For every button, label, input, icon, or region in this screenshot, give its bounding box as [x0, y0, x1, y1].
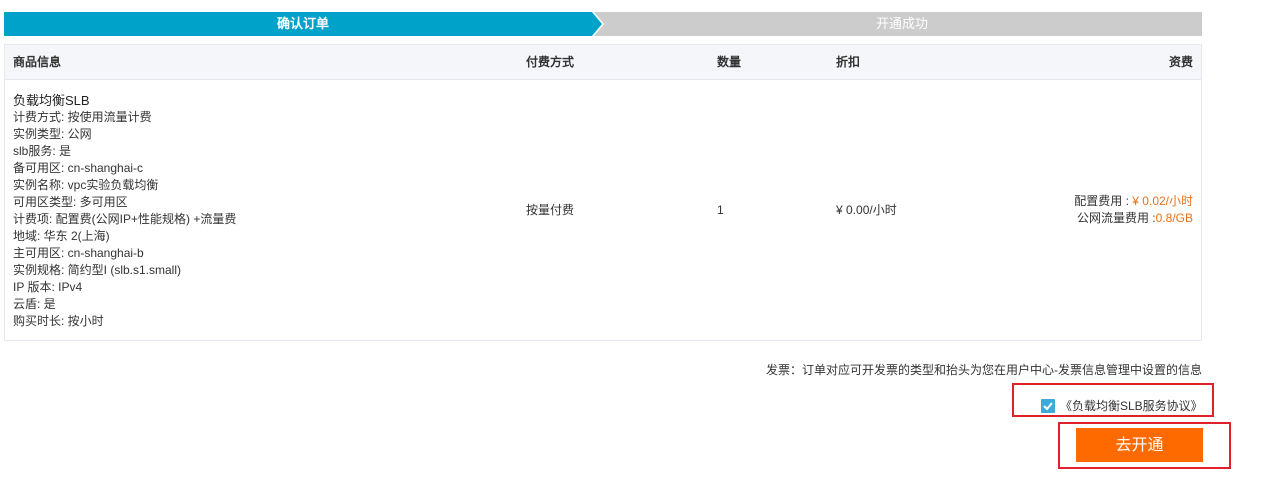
- step-confirm-order: 确认订单: [276, 16, 329, 31]
- header-fee: 资费: [1168, 55, 1193, 69]
- spec-line: 地域: 华东 2(上海): [13, 229, 110, 243]
- agreement-checkbox[interactable]: [1041, 399, 1055, 413]
- agreement-link[interactable]: 《负载均衡SLB服务协议》: [1060, 398, 1203, 414]
- traffic-fee-label: 公网流量费用 :: [1076, 211, 1156, 225]
- header-discount: 折扣: [836, 55, 861, 69]
- order-table: 商品信息 付费方式 数量 折扣 资费 负载均衡SLB 计费方式: 按使用流量计费…: [4, 44, 1202, 341]
- spec-line: 实例规格: 简约型I (slb.s1.small): [13, 263, 182, 277]
- spec-line: 购买时长: 按小时: [13, 314, 104, 328]
- spec-line: 备可用区: cn-shanghai-c: [13, 161, 144, 175]
- order-confirm-page: 确认订单 开通成功 商品信息 付费方式 数量 折扣 资费 负载均衡SLB 计费方…: [0, 0, 1270, 500]
- fee-cell: 配置费用 : ¥ 0.02/小时 公网流量费用 :0.8/GB: [1074, 193, 1193, 227]
- traffic-fee-line: 公网流量费用 :0.8/GB: [1074, 210, 1193, 227]
- quantity-cell: 1: [717, 203, 724, 217]
- table-row: 负载均衡SLB 计费方式: 按使用流量计费 实例类型: 公网 slb服务: 是 …: [5, 80, 1201, 340]
- spec-line: IP 版本: IPv4: [13, 280, 83, 294]
- header-product: 商品信息: [13, 55, 62, 69]
- pay-method-cell: 按量付费: [526, 203, 575, 217]
- spec-line: 计费项: 配置费(公网IP+性能规格) +流量费: [13, 212, 237, 226]
- config-fee-label: 配置费用 :: [1074, 194, 1133, 208]
- spec-line: 可用区类型: 多可用区: [13, 195, 128, 209]
- header-pay-method: 付费方式: [526, 55, 575, 69]
- table-header: 商品信息 付费方式 数量 折扣 资费: [5, 45, 1201, 80]
- spec-line: 云盾: 是: [13, 297, 56, 311]
- order-steps: 确认订单 开通成功: [4, 12, 1202, 36]
- header-quantity: 数量: [717, 55, 742, 69]
- spec-line: 计费方式: 按使用流量计费: [13, 110, 152, 124]
- invoice-note: 发票：订单对应可开发票的类型和抬头为您在用户中心-发票信息管理中设置的信息: [766, 363, 1202, 377]
- product-info: 负载均衡SLB 计费方式: 按使用流量计费 实例类型: 公网 slb服务: 是 …: [13, 92, 236, 330]
- discount-cell: ¥ 0.00/小时: [836, 203, 897, 217]
- step-open-success: 开通成功: [875, 16, 928, 31]
- check-icon: [1043, 402, 1053, 411]
- product-name: 负载均衡SLB: [13, 93, 90, 108]
- spec-line: 主可用区: cn-shanghai-b: [13, 246, 144, 260]
- config-fee-line: 配置费用 : ¥ 0.02/小时: [1074, 193, 1193, 210]
- traffic-fee-value: 0.8/GB: [1155, 211, 1193, 225]
- spec-line: 实例名称: vpc实验负载均衡: [13, 178, 159, 192]
- spec-line: slb服务: 是: [13, 144, 72, 158]
- config-fee-value: ¥ 0.02/小时: [1132, 194, 1193, 208]
- open-service-button[interactable]: 去开通: [1076, 428, 1203, 462]
- spec-line: 实例类型: 公网: [13, 127, 92, 141]
